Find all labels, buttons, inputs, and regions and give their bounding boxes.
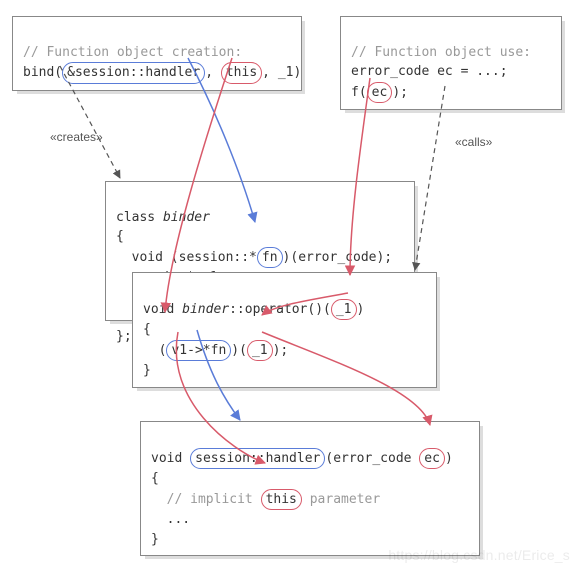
op-l4: }	[143, 363, 151, 378]
ring-v1fn: v1->*fn	[166, 340, 231, 362]
use-line2a: f(	[351, 85, 367, 100]
ring-ec-src: ec	[367, 82, 393, 104]
use-comment: // Function object use:	[351, 45, 531, 60]
h-l2: {	[151, 471, 159, 486]
h-l1c: )	[445, 451, 453, 466]
binder-name: binder	[163, 210, 210, 225]
ring-fn: fn	[257, 247, 283, 269]
h-l4: ...	[151, 512, 190, 527]
binder-l3b: )(error_code);	[283, 250, 393, 265]
h-l5: }	[151, 532, 159, 547]
tail-placeholder: , _1)	[262, 65, 301, 80]
ring-handler: &session::handler	[62, 62, 205, 84]
binder-l2: {	[116, 229, 124, 244]
h-l3a: // implicit	[151, 492, 261, 507]
ring-handler-sig: session::handler	[190, 448, 325, 470]
use-line1: error_code ec = ...;	[351, 64, 508, 79]
bind-word: bind(	[23, 65, 62, 80]
op-l2: {	[143, 322, 151, 337]
arrow-calls	[415, 86, 445, 270]
binder-l1a: class	[116, 210, 163, 225]
use-line2b: );	[392, 85, 408, 100]
op-l3c: );	[273, 343, 289, 358]
h-l3b: parameter	[302, 492, 380, 507]
ring-op-arg: _1	[331, 299, 357, 321]
ring-handler-this: this	[261, 489, 302, 511]
op-l1a: void	[143, 302, 182, 317]
label-calls: «calls»	[455, 135, 492, 149]
box-function-creation: // Function object creation: bind(&sessi…	[12, 16, 302, 91]
h-l1b: (error_code	[325, 451, 419, 466]
op-l1d: )	[357, 302, 365, 317]
op-l3a: (	[143, 343, 166, 358]
sep1: ,	[205, 65, 221, 80]
op-l1c: ::operator()(	[229, 302, 331, 317]
binder-l3a: void (session::*	[116, 250, 257, 265]
creation-comment: // Function object creation:	[23, 45, 242, 60]
h-l1a: void	[151, 451, 190, 466]
binder-l5: };	[116, 329, 132, 344]
op-binder: binder	[182, 302, 229, 317]
box-function-use: // Function object use: error_code ec = …	[340, 16, 562, 110]
box-handler: void session::handler(error_code ec) { /…	[140, 421, 480, 556]
ring-handler-ec: ec	[419, 448, 445, 470]
op-l3b: )(	[231, 343, 247, 358]
box-operator: void binder::operator()(_1) { (v1->*fn)(…	[132, 272, 437, 388]
label-creates: «creates»	[50, 130, 103, 144]
watermark: https://blog.csdn.net/Erice_s	[388, 547, 570, 563]
ring-this-src: this	[221, 62, 262, 84]
ring-call1: _1	[247, 340, 273, 362]
